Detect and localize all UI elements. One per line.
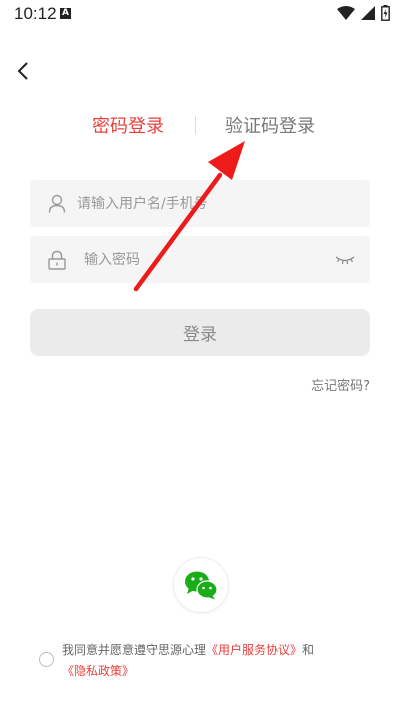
tab-divider: [195, 116, 196, 134]
user-icon: [47, 194, 67, 214]
signal-icon: [361, 6, 375, 20]
user-agreement-link[interactable]: 《用户服务协议》: [206, 643, 302, 657]
agreement-text: 我同意并愿意遵守思源心理《用户服务协议》和《隐私政策》: [62, 640, 362, 682]
login-button[interactable]: 登录: [30, 309, 370, 356]
eye-closed-icon[interactable]: [334, 252, 356, 268]
lock-icon: [47, 250, 67, 270]
tab-sms-login[interactable]: 验证码登录: [225, 112, 315, 138]
agreement-conjunction: 和: [302, 643, 315, 657]
wechat-login-button[interactable]: [173, 557, 229, 613]
back-button[interactable]: [10, 58, 36, 84]
privacy-policy-link[interactable]: 《隐私政策》: [62, 664, 134, 678]
notification-icon: A: [60, 8, 71, 19]
username-field[interactable]: [30, 180, 370, 227]
password-input[interactable]: [84, 251, 314, 268]
chevron-left-icon: [17, 62, 28, 80]
battery-icon: [381, 5, 390, 21]
status-time: 10:12: [14, 4, 57, 23]
forgot-password-link[interactable]: 忘记密码?: [311, 375, 370, 394]
tab-password-login[interactable]: 密码登录: [92, 112, 164, 138]
agreement-prefix: 我同意并愿意遵守思源心理: [62, 643, 207, 657]
agreement-checkbox[interactable]: [39, 652, 54, 667]
password-field[interactable]: [30, 236, 370, 283]
status-icons: [337, 5, 390, 21]
username-input[interactable]: [77, 195, 307, 212]
wechat-icon: [185, 571, 218, 600]
wifi-icon: [337, 6, 355, 20]
